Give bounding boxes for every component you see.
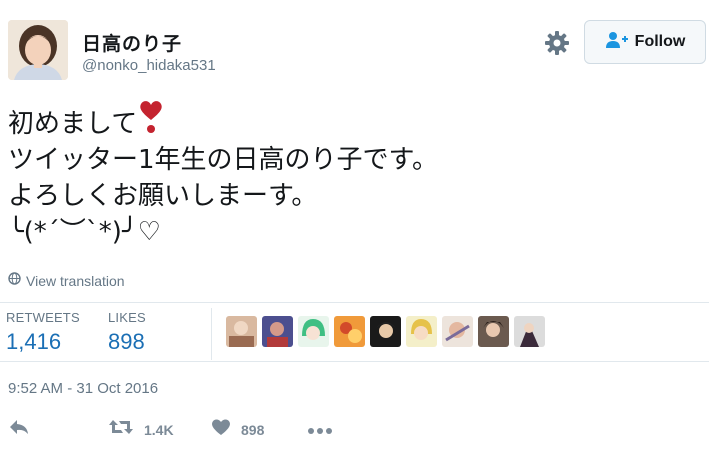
liker-avatar[interactable] [442, 316, 473, 347]
tweet-line: 初めまして [8, 98, 688, 142]
retweet-button[interactable]: 1.4K [108, 418, 174, 441]
reply-icon [8, 418, 30, 441]
likes-stat[interactable]: LIKES 898 [108, 310, 146, 355]
gear-icon[interactable] [544, 30, 570, 56]
globe-icon [8, 272, 21, 290]
liker-avatar[interactable] [406, 316, 437, 347]
liker-avatar[interactable] [478, 316, 509, 347]
liker-avatar[interactable] [370, 316, 401, 347]
retweets-label: RETWEETS [6, 310, 80, 325]
liker-avatar[interactable] [334, 316, 365, 347]
likes-value: 898 [108, 329, 145, 354]
more-icon [307, 422, 333, 440]
display-name[interactable]: 日高のり子 [82, 29, 182, 56]
liker-avatar[interactable] [514, 316, 545, 347]
tweet-header: 日高のり子 @nonko_hidaka531 Follow [8, 20, 708, 82]
tweet-line: よろしくお願いしまーす。 [8, 181, 318, 211]
follow-button[interactable]: Follow [584, 20, 706, 64]
heart-emoji-icon [137, 101, 165, 141]
tweet-actions: 1.4K 898 [8, 418, 708, 444]
retweet-icon [108, 418, 134, 441]
tweet-line: ツイッター1年生の日高のり子です。 [8, 145, 438, 175]
liker-avatar[interactable] [262, 316, 293, 347]
like-count: 898 [241, 421, 265, 438]
liker-avatar[interactable] [226, 316, 257, 347]
more-button[interactable] [307, 422, 333, 440]
tweet-line: ╰(*´︶`*)╯♡ [8, 217, 161, 247]
divider [0, 302, 709, 303]
tweet-text: 初めまして ツイッター1年生の日高のり子です。 よろしくお願いしまーす。 ╰(*… [8, 98, 688, 250]
likes-label: LIKES [108, 310, 146, 325]
liker-avatars [226, 316, 545, 347]
liker-avatar[interactable] [298, 316, 329, 347]
stats-separator [211, 308, 212, 360]
tweet-timestamp[interactable]: 9:52 AM - 31 Oct 2016 [8, 380, 158, 397]
retweets-stat[interactable]: RETWEETS 1,416 [6, 310, 80, 355]
divider [0, 361, 709, 362]
view-translation-link[interactable]: View translation [8, 272, 125, 290]
retweets-value: 1,416 [6, 329, 62, 354]
like-button[interactable]: 898 [211, 418, 264, 441]
avatar[interactable] [8, 20, 68, 80]
like-icon [211, 418, 231, 441]
retweet-count: 1.4K [144, 421, 174, 438]
follow-label: Follow [634, 33, 686, 50]
reply-button[interactable] [8, 418, 30, 441]
follow-person-icon [605, 31, 629, 54]
user-handle[interactable]: @nonko_hidaka531 [82, 57, 216, 74]
view-translation-label: View translation [26, 273, 125, 289]
